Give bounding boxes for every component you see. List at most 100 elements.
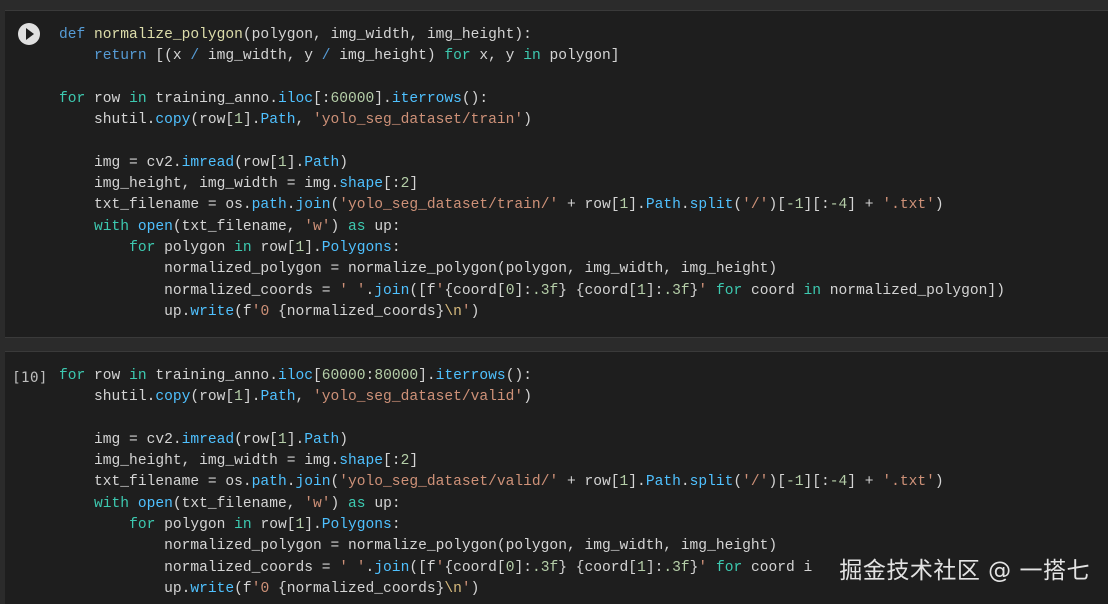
code-token: imread [181, 431, 235, 448]
code-token: 2 [400, 453, 410, 470]
code-token: '.txt' [882, 197, 935, 214]
code-token: ' [461, 303, 471, 320]
code-token: {coord[ [444, 282, 506, 299]
code-cell-1[interactable]: def normalize_polygon(polygon, img_width… [5, 10, 1108, 338]
code-token: ]. [374, 90, 392, 107]
code-token: coord i [750, 559, 813, 576]
code-token: Path [260, 112, 296, 129]
code-token: ) [934, 197, 944, 214]
code-line: normalized_polygon = normalize_polygon(p… [59, 536, 944, 557]
code-token: 1 [295, 239, 305, 256]
code-token: in [234, 517, 261, 534]
code-token: (row[ [190, 112, 235, 129]
code-token: 1 [637, 282, 646, 299]
code-token: ' [698, 559, 708, 576]
code-line: txt_filename = os.path.join('yolo_seg_da… [59, 472, 944, 493]
code-token: join [295, 197, 331, 214]
code-editor[interactable]: for row in training_anno.iloc[60000:8000… [59, 366, 944, 600]
code-token: shape [339, 453, 384, 470]
code-token: + row[ [558, 474, 620, 491]
code-token: ]. [286, 431, 305, 448]
code-token: , [295, 389, 313, 406]
code-token: . [680, 197, 690, 214]
code-token: 1 [619, 197, 629, 214]
code-token: ]. [418, 368, 436, 384]
code-token: + row[ [558, 197, 620, 214]
code-token: .3f [531, 282, 559, 299]
code-token: normalized_polygon = normalize_polygon(p… [59, 538, 778, 555]
code-token: training_anno. [155, 368, 278, 384]
code-token: )[ [768, 197, 786, 214]
code-token: . [365, 282, 375, 299]
code-token: 1 [277, 431, 287, 448]
code-line: normalized_coords = ' '.join([f'{coord[0… [59, 281, 1005, 302]
code-token: iterrows [435, 368, 506, 384]
code-line: img_height, img_width = img.shape[:2] [59, 451, 944, 472]
code-token: polygon [164, 239, 235, 256]
code-token: in [234, 239, 261, 256]
code-line: def normalize_polygon(polygon, img_width… [59, 25, 1005, 46]
code-token: iloc [277, 90, 313, 107]
code-token: [: [383, 176, 401, 193]
code-token: 1 [637, 559, 646, 576]
code-token: ]. [304, 517, 322, 534]
code-token: for [59, 368, 95, 384]
code-token: Path [304, 154, 340, 171]
code-editor[interactable]: def normalize_polygon(polygon, img_width… [59, 25, 1005, 323]
code-token: as [348, 218, 375, 235]
code-token: '/' [742, 474, 769, 491]
code-line: with open(txt_filename, 'w') as up: [59, 217, 1005, 238]
code-token: [: [383, 453, 401, 470]
code-token: x, y [479, 48, 524, 65]
code-token: ] + [847, 197, 883, 214]
code-token: ]. [628, 474, 646, 491]
code-token: img = cv2. [59, 154, 182, 171]
code-token: ][: [803, 474, 830, 491]
code-token: 1 [234, 112, 243, 129]
code-token: as [348, 495, 375, 512]
code-token: . [365, 559, 375, 576]
code-line: img_height, img_width = img.shape[:2] [59, 174, 1005, 195]
code-token: ([f [409, 559, 436, 576]
cell-gutter: [10] [5, 352, 57, 604]
code-token: ]. [242, 389, 261, 406]
code-token: write [190, 580, 235, 597]
code-token: )[ [768, 474, 786, 491]
code-token: : [391, 239, 401, 256]
code-token: for [129, 517, 165, 534]
code-token: for [59, 90, 95, 107]
code-token: txt_filename = os. [59, 197, 252, 214]
code-token: (f [234, 303, 252, 320]
code-token: Path [645, 474, 681, 491]
code-token: training_anno. [155, 90, 278, 107]
code-token: iloc [277, 368, 313, 384]
code-token: .3f [663, 559, 690, 576]
code-token: ) [470, 303, 480, 320]
code-token: 'w' [304, 218, 331, 235]
code-line: normalized_polygon = normalize_polygon(p… [59, 259, 1005, 280]
code-token: ( [733, 197, 743, 214]
code-token: normalize_polygon [94, 27, 243, 43]
code-token: (row[ [190, 389, 235, 406]
code-token: in [803, 282, 830, 299]
code-token: {coord[ [444, 559, 506, 576]
code-token: ) [523, 112, 532, 129]
code-line: for row in training_anno.iloc[:60000].it… [59, 89, 1005, 110]
code-token: / [321, 48, 340, 65]
code-token: join [374, 559, 410, 576]
execution-count: [10] [12, 370, 48, 386]
play-icon[interactable] [18, 23, 40, 45]
code-token: 60000 [321, 368, 366, 384]
code-line: for row in training_anno.iloc[60000:8000… [59, 366, 944, 387]
code-token: (polygon, img_width, img_height): [242, 27, 532, 43]
code-token: row [94, 90, 130, 107]
code-token: ' [698, 282, 708, 299]
code-token: shutil. [59, 389, 156, 406]
code-token: ]. [286, 154, 305, 171]
code-token: 'w' [304, 495, 331, 512]
code-token: 1 [619, 474, 629, 491]
